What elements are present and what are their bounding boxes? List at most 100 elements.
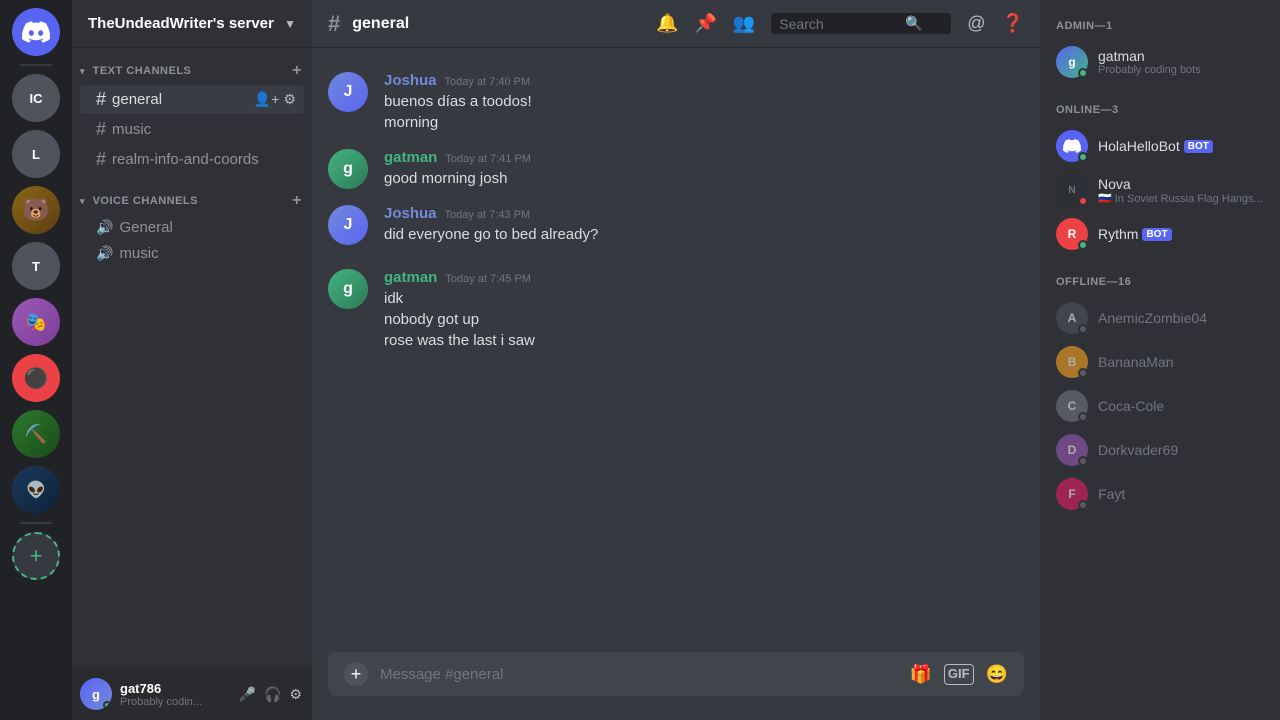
channel-name-realm: realm-info-and-coords	[112, 151, 259, 168]
server-icon-t[interactable]: T	[12, 242, 60, 290]
member-item-banana[interactable]: B BananaMan	[1048, 340, 1272, 384]
message-header: Joshua Today at 7:40 PM	[384, 72, 1024, 89]
text-channels-category[interactable]: ▾ TEXT CHANNELS +	[72, 56, 312, 84]
help-icon[interactable]: ❓	[1002, 13, 1024, 34]
server-icon-anime[interactable]: 🎭	[12, 298, 60, 346]
channel-name-general: general	[112, 91, 162, 108]
channel-hash-icon: #	[328, 11, 340, 37]
speaker-icon-music: 🔊	[96, 245, 113, 262]
avatar-gatman-1: g	[328, 149, 368, 189]
member-name-nova: Nova	[1098, 176, 1264, 192]
username: gat786	[120, 681, 229, 696]
member-item-nova[interactable]: N Nova 🇷🇺 In Soviet Russia Flag Hangs...	[1048, 168, 1272, 212]
channel-item-general[interactable]: # general 👤+ ⚙	[80, 85, 304, 114]
member-avatar-banana: B	[1056, 346, 1088, 378]
member-item-fayt[interactable]: F Fayt	[1048, 472, 1272, 516]
members-icon[interactable]: 👥	[733, 13, 755, 34]
member-avatar-rythm: R	[1056, 218, 1088, 250]
search-bar[interactable]: 🔍	[771, 13, 951, 34]
server-icon-minecraft[interactable]: ⛏️	[12, 410, 60, 458]
member-info-fayt: Fayt	[1098, 486, 1264, 502]
bot-badge-rythm: BOT	[1142, 228, 1171, 241]
server-icon-ic[interactable]: IC	[12, 74, 60, 122]
channel-item-realm[interactable]: # realm-info-and-coords	[80, 145, 304, 174]
settings-icon[interactable]: ⚙	[283, 91, 296, 108]
server-divider	[20, 64, 52, 66]
server-dropdown-arrow: ▼	[284, 17, 296, 31]
mute-button[interactable]: 🎤	[237, 684, 258, 705]
message-timestamp-2: Today at 7:41 PM	[445, 153, 531, 165]
member-info-dork: Dorkvader69	[1098, 442, 1264, 458]
voice-channel-music: music	[119, 245, 158, 262]
message-input[interactable]	[380, 666, 897, 683]
message-content-2: gatman Today at 7:41 PM good morning jos…	[384, 149, 1024, 189]
member-avatar-gatman: g	[1056, 46, 1088, 78]
message-text-4: did everyone go to bed already?	[384, 224, 1024, 245]
channel-item-voice-general[interactable]: 🔊 General	[80, 215, 304, 240]
member-info-banana: BananaMan	[1098, 354, 1264, 370]
message-author: Joshua	[384, 72, 437, 89]
member-info-holabot: HolaHelloBot BOT	[1098, 138, 1264, 154]
add-server-button[interactable]: +	[12, 532, 60, 580]
chat-header: # general 🔔 📌 👥 🔍 @ ❓	[312, 0, 1040, 48]
attach-file-button[interactable]: +	[344, 662, 368, 686]
pin-icon[interactable]: 📌	[694, 13, 716, 34]
status-dot-coca	[1078, 412, 1088, 422]
channel-item-music[interactable]: # music	[80, 115, 304, 144]
server-header[interactable]: TheUndeadWriter's server ▼	[72, 0, 312, 48]
message-text-5: idk	[384, 288, 1024, 309]
member-name-anemic: AnemicZombie04	[1098, 310, 1264, 326]
user-area: g gat786 Probably codin... 🎤 🎧 ⚙	[72, 668, 312, 720]
server-sidebar: IC L 🐻 T 🎭 ⚫ ⛏️ 👽 +	[0, 0, 72, 720]
chat-input-icons: 🎁 GIF 😄	[909, 664, 1008, 685]
member-name-dork: Dorkvader69	[1098, 442, 1264, 458]
message-group: J Joshua Today at 7:40 PM buenos días a …	[312, 64, 1040, 141]
channel-item-voice-music[interactable]: 🔊 music	[80, 241, 304, 266]
status-dot-fayt	[1078, 500, 1088, 510]
server-icon-alien[interactable]: 👽	[12, 466, 60, 514]
notification-bell-icon[interactable]: 🔔	[656, 13, 678, 34]
member-name-fayt: Fayt	[1098, 486, 1264, 502]
add-voice-channel-button[interactable]: +	[290, 190, 304, 212]
user-status-text: Probably codin...	[120, 696, 229, 708]
member-item-rythm[interactable]: R Rythm BOT	[1048, 212, 1272, 256]
offline-section-title: OFFLINE—16	[1048, 272, 1272, 292]
deafen-button[interactable]: 🎧	[262, 684, 283, 705]
voice-channels-category[interactable]: ▾ VOICE CHANNELS +	[72, 186, 312, 214]
member-item-anemic[interactable]: A AnemicZombie04	[1048, 296, 1272, 340]
member-item-dork[interactable]: D Dorkvader69	[1048, 428, 1272, 472]
server-icon-red[interactable]: ⚫	[12, 354, 60, 402]
server-name: TheUndeadWriter's server	[88, 15, 274, 32]
add-member-icon[interactable]: 👤+	[254, 91, 280, 108]
member-status-gatman: Probably coding bots	[1098, 64, 1264, 76]
user-info: gat786 Probably codin...	[120, 681, 229, 708]
search-input[interactable]	[779, 16, 899, 32]
mention-icon[interactable]: @	[967, 13, 985, 34]
member-item-gatman[interactable]: g gatman Probably coding bots	[1048, 40, 1272, 84]
member-avatar-nova: N	[1056, 174, 1088, 206]
gif-button[interactable]: GIF	[944, 664, 974, 685]
status-dot-holabot	[1078, 152, 1088, 162]
member-info-coca: Coca-Cole	[1098, 398, 1264, 414]
text-channels-label: TEXT CHANNELS	[93, 65, 192, 77]
user-settings-button[interactable]: ⚙	[287, 684, 304, 705]
server-icon-bear[interactable]: 🐻	[12, 186, 60, 234]
server-icon-l[interactable]: L	[12, 130, 60, 178]
messages-area: J Joshua Today at 7:40 PM buenos días a …	[312, 48, 1040, 652]
discord-home-button[interactable]	[12, 8, 60, 56]
gift-icon[interactable]: 🎁	[909, 664, 931, 685]
member-item-coca[interactable]: C Coca-Cole	[1048, 384, 1272, 428]
voice-channels-arrow: ▾	[80, 196, 85, 206]
add-text-channel-button[interactable]: +	[290, 60, 304, 82]
message-text-2: morning	[384, 112, 1024, 133]
admin-section-title: ADMIN—1	[1048, 16, 1272, 36]
hash-icon-music: #	[96, 119, 106, 140]
server-divider-2	[20, 522, 52, 524]
message-timestamp-4: Today at 7:45 PM	[445, 273, 531, 285]
message-text-6: nobody got up	[384, 309, 1024, 330]
emoji-button[interactable]: 😄	[986, 664, 1008, 685]
member-item-holabot[interactable]: HolaHelloBot BOT	[1048, 124, 1272, 168]
member-info-rythm: Rythm BOT	[1098, 226, 1264, 242]
message-content-4: gatman Today at 7:45 PM idk nobody got u…	[384, 269, 1024, 351]
user-avatar: g	[80, 678, 112, 710]
